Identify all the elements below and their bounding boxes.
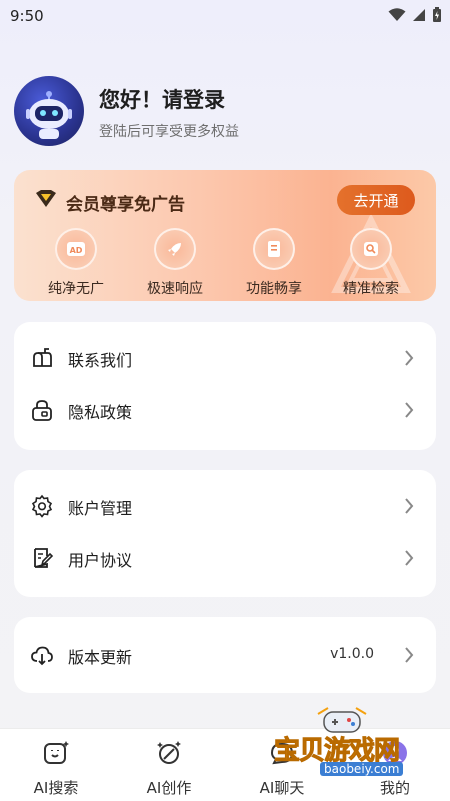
document-icon: [253, 228, 295, 270]
chevron-right-icon: [405, 647, 414, 663]
mailbox-icon: [33, 348, 52, 367]
feature-fast: 极速响应: [132, 228, 218, 298]
menu-item-contact-us[interactable]: 联系我们: [14, 332, 436, 384]
menu-label: 账户管理: [68, 499, 133, 518]
watermark: 宝贝游戏网 baobeiy.com: [268, 704, 418, 788]
svg-text:AD: AD: [70, 246, 83, 255]
menu-card-account: 账户管理 用户协议: [14, 470, 436, 597]
tab-ai-search[interactable]: AI搜索: [11, 739, 101, 798]
agreement-icon: [34, 548, 54, 568]
robot-avatar-icon: [26, 91, 72, 139]
menu-card-version: 版本更新 v1.0.0: [14, 617, 436, 693]
vip-activate-button[interactable]: 去开通: [337, 185, 415, 215]
ad-icon: AD: [55, 228, 97, 270]
gear-icon: [31, 494, 53, 518]
status-icons: [388, 7, 442, 23]
chevron-right-icon: [405, 350, 414, 366]
menu-label: 用户协议: [68, 551, 133, 570]
feature-precise-search: 精准检索: [328, 228, 414, 298]
version-value: v1.0.0: [330, 646, 374, 662]
menu-label: 版本更新: [68, 648, 133, 667]
vip-card[interactable]: 会员尊享免广告 去开通 AD 纯净无广 极速响应 功能畅享 精准检索: [14, 170, 436, 301]
ai-search-icon: [44, 741, 69, 764]
ai-create-icon: [157, 741, 181, 764]
chevron-right-icon: [405, 402, 414, 418]
login-greeting[interactable]: 您好！请登录: [99, 84, 225, 114]
feature-label: 纯净无广: [48, 281, 104, 297]
feature-label: 精准检索: [343, 281, 399, 297]
tab-ai-create[interactable]: AI创作: [124, 739, 214, 798]
status-time: 9:50: [10, 7, 44, 25]
signal-icon: [413, 9, 425, 21]
menu-label: 联系我们: [68, 351, 133, 370]
wifi-icon: [388, 8, 406, 21]
feature-full-access: 功能畅享: [231, 228, 317, 298]
feature-ad-free: AD 纯净无广: [33, 228, 119, 298]
rocket-icon: [154, 228, 196, 270]
menu-item-version-update[interactable]: 版本更新 v1.0.0: [14, 629, 436, 681]
menu-label: 隐私政策: [68, 403, 133, 422]
nav-label: AI创作: [146, 779, 192, 797]
chevron-right-icon: [405, 498, 414, 514]
cloud-download-icon: [31, 646, 53, 666]
menu-item-privacy-policy[interactable]: 隐私政策: [14, 384, 436, 436]
status-bar: 9:50: [0, 0, 450, 32]
feature-label: 功能畅享: [246, 281, 302, 297]
login-subtitle: 登陆后可享受更多权益: [99, 124, 239, 140]
menu-item-user-agreement[interactable]: 用户协议: [14, 532, 436, 584]
search-image-icon: [350, 228, 392, 270]
battery-icon: [433, 7, 441, 22]
lock-icon: [32, 400, 52, 421]
vip-title: 会员尊享免广告: [66, 195, 185, 215]
avatar[interactable]: [14, 76, 84, 146]
chevron-right-icon: [405, 550, 414, 566]
menu-item-account-management[interactable]: 账户管理: [14, 480, 436, 532]
watermark-url: baobeiy.com: [320, 762, 404, 776]
diamond-crown-icon: [36, 190, 56, 207]
nav-label: AI搜索: [33, 779, 79, 797]
menu-card-contact: 联系我们 隐私政策: [14, 322, 436, 450]
feature-label: 极速响应: [147, 281, 203, 297]
